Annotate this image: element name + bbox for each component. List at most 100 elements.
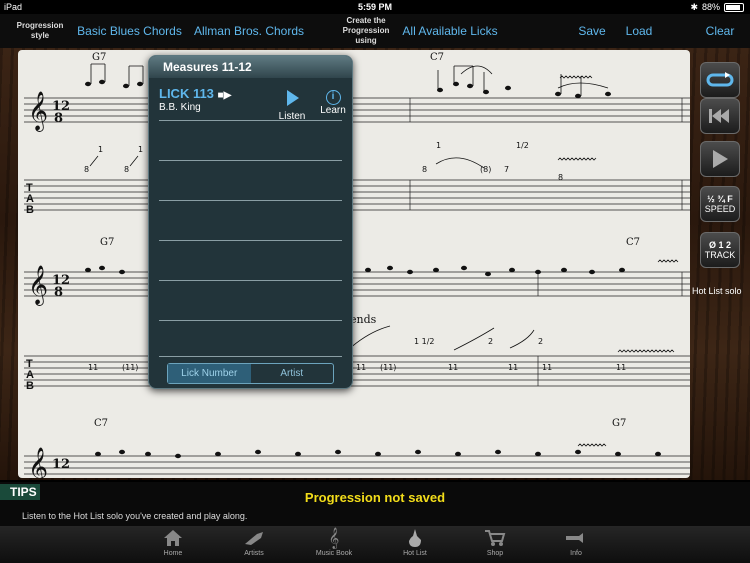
svg-text:11: 11 — [508, 363, 518, 372]
svg-text:1/2: 1/2 — [516, 141, 529, 150]
svg-text:11: 11 — [88, 363, 98, 372]
tab-music-book[interactable]: 𝄞 Music Book — [299, 526, 369, 563]
loop-button[interactable] — [700, 62, 740, 98]
list-divider — [159, 120, 342, 121]
chord-symbol: C7 — [626, 237, 640, 248]
track-label: TRACK — [704, 250, 736, 260]
svg-text:2: 2 — [538, 337, 543, 346]
speed-button[interactable]: ½ ¾ F SPEED — [700, 186, 740, 222]
svg-text:7: 7 — [504, 165, 509, 174]
list-divider — [159, 240, 342, 241]
svg-text:11: 11 — [542, 363, 552, 372]
chord-symbol: C7 — [430, 52, 444, 63]
tab-info[interactable]: Info — [541, 526, 611, 563]
learn-label: Learn — [320, 105, 346, 116]
create-progression-label: Create the Progression using — [342, 16, 390, 45]
cart-icon — [485, 530, 506, 546]
guitar-icon — [245, 532, 263, 545]
svg-text:1: 1 — [138, 145, 143, 154]
play-icon — [713, 150, 728, 168]
svg-text:𝄞: 𝄞 — [28, 265, 48, 306]
top-toolbar: Progression style Basic Blues Chords All… — [0, 14, 750, 48]
basic-blues-chords-button[interactable]: Basic Blues Chords — [72, 14, 187, 48]
speed-fraction: ½ ¾ F — [707, 194, 733, 204]
status-bar: iPad 5:59 PM ✱ 88% — [0, 0, 750, 14]
svg-text:8: 8 — [54, 285, 63, 300]
svg-text:(11): (11) — [380, 363, 396, 372]
svg-text:11: 11 — [616, 363, 626, 372]
lick-popup: Measures 11-12 LICK 113 ■▶ B.B. King Lis… — [148, 55, 353, 389]
svg-text:B: B — [26, 380, 34, 392]
loop-icon — [706, 72, 734, 87]
notation-svg: 𝄞 12 8 𝄞 12 8 𝄞 12 T A B T A B G7 C7 G7 … — [24, 52, 690, 478]
bluetooth-icon: ✱ — [690, 2, 698, 12]
battery-icon — [724, 2, 744, 12]
battery-percent: 88% — [701, 2, 720, 12]
all-available-licks-button[interactable]: All Available Licks — [400, 14, 500, 48]
track-button[interactable]: Ø 1 2 TRACK — [700, 232, 740, 268]
tips-panel: TIPS Progression not saved Listen to the… — [0, 482, 750, 526]
tab-shop[interactable]: Shop — [460, 526, 530, 563]
load-button[interactable]: Load — [620, 14, 658, 48]
svg-text:2: 2 — [488, 337, 493, 346]
tab-home[interactable]: Home — [138, 526, 208, 563]
info-hand-icon — [566, 533, 583, 543]
tab-label: Artists — [244, 550, 264, 557]
svg-text:11: 11 — [448, 363, 458, 372]
chord-symbol: G7 — [92, 52, 106, 63]
video-camera-icon: ■▶ — [217, 90, 232, 101]
svg-text:1 1/2: 1 1/2 — [414, 337, 435, 346]
tips-description: Listen to the Hot List solo you've creat… — [22, 511, 248, 521]
svg-text:8: 8 — [558, 173, 563, 182]
lick-artist: B.B. King — [159, 102, 201, 113]
speed-label: SPEED — [704, 204, 736, 214]
hot-guitar-icon — [409, 529, 421, 547]
play-icon — [287, 90, 299, 106]
rewind-button[interactable] — [700, 98, 740, 134]
segment-lick-number[interactable]: Lick Number — [168, 364, 251, 383]
status-time: 5:59 PM — [357, 2, 392, 12]
progression-style-label: Progression style — [16, 21, 64, 40]
tab-label: Info — [570, 550, 582, 557]
lick-item[interactable]: LICK 113 ■▶ — [159, 86, 231, 101]
chord-symbol: G7 — [100, 237, 114, 248]
list-divider — [159, 280, 342, 281]
sort-segmented-control: Lick Number Artist — [167, 363, 334, 384]
svg-text:8: 8 — [422, 165, 427, 174]
svg-text:1: 1 — [98, 145, 103, 154]
svg-text:8: 8 — [84, 165, 89, 174]
svg-text:𝄞: 𝄞 — [28, 91, 48, 132]
hot-list-solo-label: Hot List solo — [692, 286, 742, 296]
tab-label: Shop — [486, 550, 504, 557]
score-annotation: ends — [350, 313, 377, 326]
list-divider — [159, 356, 342, 357]
list-divider — [159, 320, 342, 321]
svg-text:(11): (11) — [122, 363, 138, 372]
svg-text:1: 1 — [436, 141, 441, 150]
clear-button[interactable]: Clear — [700, 14, 740, 48]
chord-symbol: C7 — [94, 418, 108, 429]
svg-text:12: 12 — [52, 457, 70, 472]
popup-title: Measures 11-12 — [149, 56, 352, 78]
rewind-icon — [709, 109, 729, 123]
progression-status-message: Progression not saved — [304, 490, 446, 505]
tab-hot-list[interactable]: Hot List — [380, 526, 450, 563]
segment-artist[interactable]: Artist — [251, 364, 334, 383]
sheet-music[interactable]: 𝄞 12 8 𝄞 12 8 𝄞 12 T A B T A B G7 C7 G7 … — [18, 50, 690, 478]
list-divider — [159, 200, 342, 201]
allman-bros-chords-button[interactable]: Allman Bros. Chords — [190, 14, 308, 48]
tab-label: Home — [163, 550, 183, 557]
svg-text:11: 11 — [356, 363, 366, 372]
track-numbers: Ø 1 2 — [708, 240, 731, 250]
save-button[interactable]: Save — [572, 14, 612, 48]
chord-symbol: G7 — [612, 418, 626, 429]
svg-text:8: 8 — [54, 111, 63, 126]
learn-button[interactable]: i Learn — [317, 90, 349, 116]
lick-name[interactable]: LICK 113 — [159, 86, 214, 101]
treble-clef-icon: 𝄞 — [328, 527, 340, 549]
listen-button[interactable]: Listen — [277, 90, 307, 122]
info-icon: i — [325, 90, 341, 105]
tab-artists[interactable]: Artists — [219, 526, 289, 563]
tab-label: Music Book — [315, 550, 353, 557]
play-button[interactable] — [700, 141, 740, 177]
